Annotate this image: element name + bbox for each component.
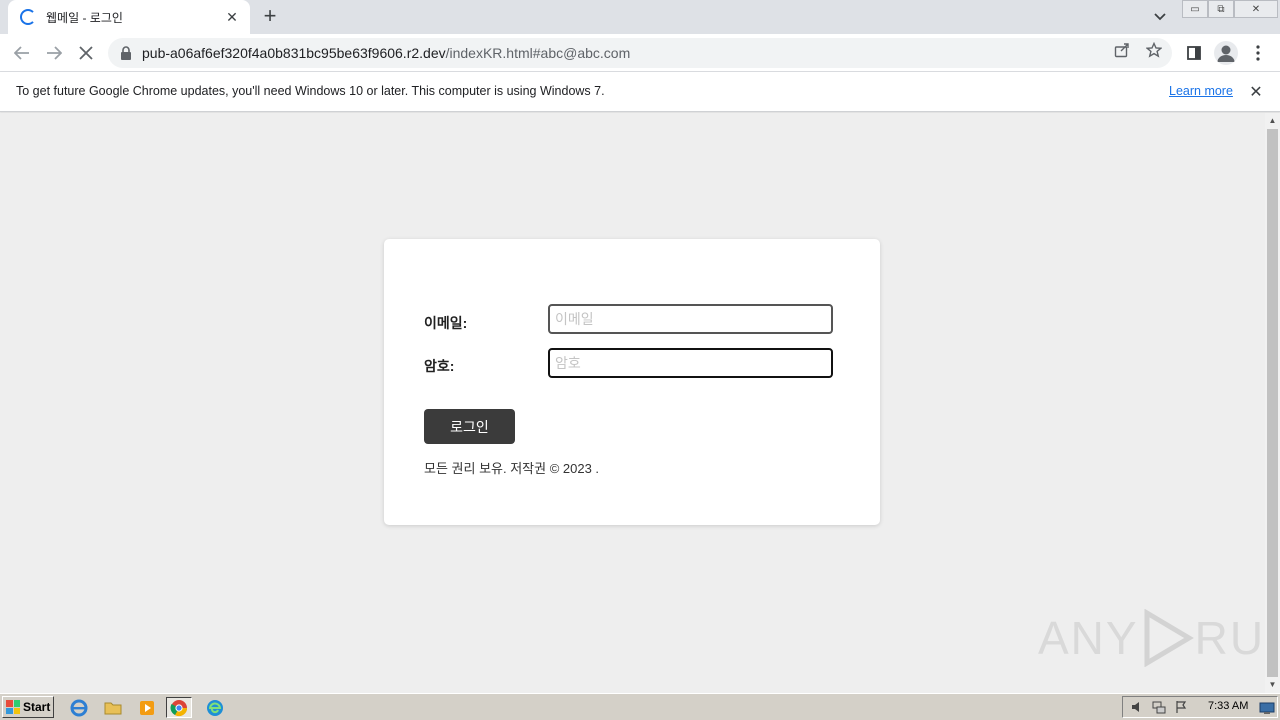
address-bar[interactable]: pub-a06af6ef320f4a0b831bc95be63f9606.r2.… bbox=[108, 38, 1172, 68]
action-center-flag-icon[interactable] bbox=[1173, 699, 1189, 715]
scroll-up-arrow-icon[interactable]: ▲ bbox=[1265, 114, 1280, 128]
email-input[interactable] bbox=[548, 304, 833, 334]
infobar-message: To get future Google Chrome updates, you… bbox=[16, 84, 605, 98]
email-label: 이메일: bbox=[424, 315, 468, 331]
kebab-menu-icon[interactable] bbox=[1247, 42, 1269, 64]
copyright-footer: 모든 권리 보유. 저작권 © 2023 . bbox=[424, 461, 600, 476]
profile-avatar-icon[interactable] bbox=[1214, 41, 1238, 65]
explorer-folder-icon[interactable] bbox=[100, 697, 126, 718]
anyrun-watermark: ANY RUN bbox=[1038, 609, 1280, 667]
password-label: 암호: bbox=[424, 358, 455, 374]
url-path: /indexKR.html#abc@abc.com bbox=[445, 45, 631, 61]
windows-logo-icon bbox=[6, 700, 20, 714]
edge-icon[interactable] bbox=[202, 697, 228, 718]
taskbar: Start 7:33 AM bbox=[0, 693, 1280, 720]
login-card: 이메일: 암호: 로그인 모든 권리 보유. 저작권 © 2023 . bbox=[384, 239, 880, 525]
browser-tab[interactable]: 웹메일 - 로그인 ✕ bbox=[8, 0, 250, 34]
browser-toolbar: pub-a06af6ef320f4a0b831bc95be63f9606.r2.… bbox=[0, 34, 1280, 72]
scroll-down-arrow-icon[interactable]: ▼ bbox=[1265, 678, 1280, 692]
network-icon[interactable] bbox=[1151, 699, 1167, 715]
infobar-close-icon[interactable]: ✕ bbox=[1247, 82, 1265, 101]
scroll-thumb[interactable] bbox=[1267, 129, 1278, 677]
tab-search-chevron-icon[interactable] bbox=[1150, 7, 1170, 27]
play-logo-icon bbox=[1144, 609, 1194, 667]
learn-more-link[interactable]: Learn more bbox=[1169, 84, 1233, 98]
start-label: Start bbox=[23, 700, 51, 714]
new-tab-button[interactable]: + bbox=[258, 5, 282, 29]
taskbar-clock[interactable]: 7:33 AM bbox=[1208, 700, 1248, 712]
back-arrow-icon[interactable] bbox=[10, 41, 34, 65]
tab-strip: 웹메일 - 로그인 ✕ + ▭ ⧉ ✕ bbox=[0, 0, 1280, 34]
window-close-button[interactable]: ✕ bbox=[1234, 0, 1278, 18]
volume-icon[interactable] bbox=[1129, 699, 1145, 715]
media-player-icon[interactable] bbox=[134, 697, 160, 718]
watermark-left: ANY bbox=[1038, 612, 1139, 664]
lock-icon bbox=[120, 46, 132, 60]
window-controls: ▭ ⧉ ✕ bbox=[1182, 0, 1278, 20]
loading-spinner-icon bbox=[20, 9, 36, 25]
share-icon[interactable] bbox=[1113, 41, 1131, 59]
side-panel-icon[interactable] bbox=[1183, 42, 1205, 64]
minimize-button[interactable]: ▭ bbox=[1182, 0, 1208, 18]
show-desktop-icon[interactable] bbox=[1256, 697, 1278, 718]
ie-icon[interactable] bbox=[66, 697, 92, 718]
bookmark-star-icon[interactable] bbox=[1145, 41, 1163, 59]
update-infobar: To get future Google Chrome updates, you… bbox=[0, 72, 1280, 112]
password-input[interactable] bbox=[548, 348, 833, 378]
login-button[interactable]: 로그인 bbox=[424, 409, 515, 444]
start-button[interactable]: Start bbox=[2, 696, 54, 718]
system-tray bbox=[1122, 696, 1278, 718]
forward-arrow-icon[interactable] bbox=[42, 41, 66, 65]
chrome-icon[interactable] bbox=[166, 697, 192, 718]
tab-close-icon[interactable]: ✕ bbox=[224, 9, 240, 25]
url-host: pub-a06af6ef320f4a0b831bc95be63f9606.r2.… bbox=[142, 45, 446, 61]
tab-title: 웹메일 - 로그인 bbox=[46, 10, 123, 25]
restore-button[interactable]: ⧉ bbox=[1208, 0, 1234, 18]
page-viewport: 이메일: 암호: 로그인 모든 권리 보유. 저작권 © 2023 . bbox=[0, 113, 1265, 693]
page-scrollbar[interactable]: ▲ ▼ bbox=[1265, 113, 1280, 693]
stop-loading-icon[interactable] bbox=[74, 41, 98, 65]
url-text: pub-a06af6ef320f4a0b831bc95be63f9606.r2.… bbox=[142, 45, 630, 61]
